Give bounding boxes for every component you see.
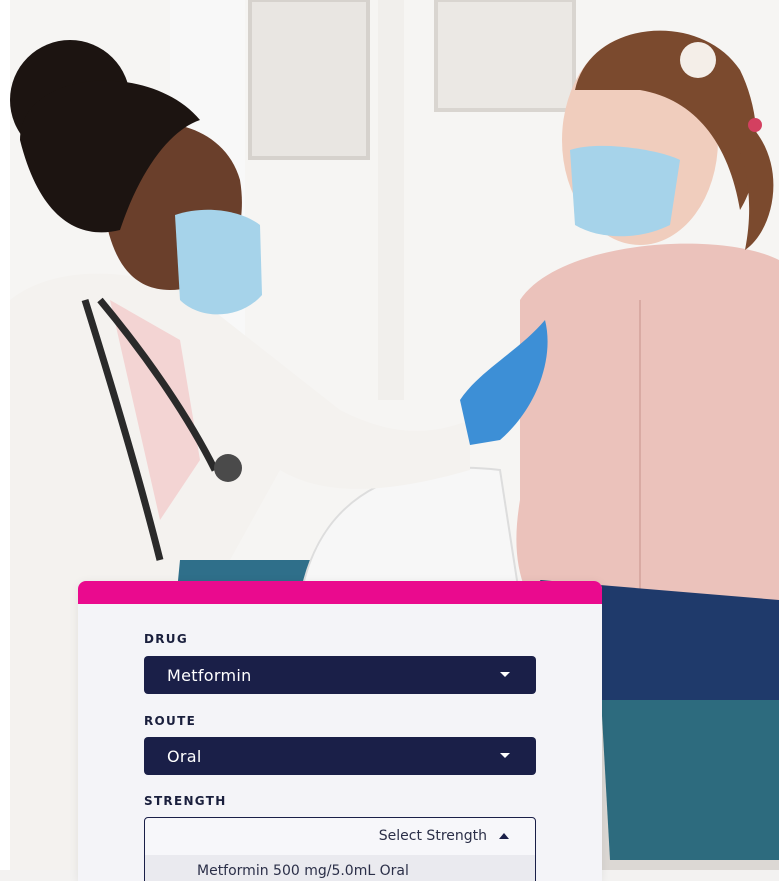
route-select[interactable]: Oral <box>144 737 536 775</box>
strength-label: STRENGTH <box>144 794 227 808</box>
strength-select-placeholder: Select Strength <box>378 828 487 844</box>
chevron-up-icon <box>499 833 509 839</box>
chevron-down-icon <box>500 753 510 758</box>
drug-select[interactable]: Metformin <box>144 656 536 694</box>
strength-option[interactable]: Metformin 500 mg/5.0mL Oral <box>197 863 409 879</box>
drug-select-value: Metformin <box>167 665 252 685</box>
route-label: ROUTE <box>144 714 197 728</box>
strength-dropdown-list: Metformin 500 mg/5.0mL Oral <box>144 855 536 881</box>
drug-selector-card: DRUG Metformin ROUTE Oral STRENGTH Selec… <box>78 581 602 881</box>
card-accent-bar <box>78 581 602 604</box>
drug-label: DRUG <box>144 632 188 646</box>
strength-select[interactable]: Select Strength <box>144 817 536 857</box>
chevron-down-icon <box>500 672 510 677</box>
route-select-value: Oral <box>167 746 202 766</box>
